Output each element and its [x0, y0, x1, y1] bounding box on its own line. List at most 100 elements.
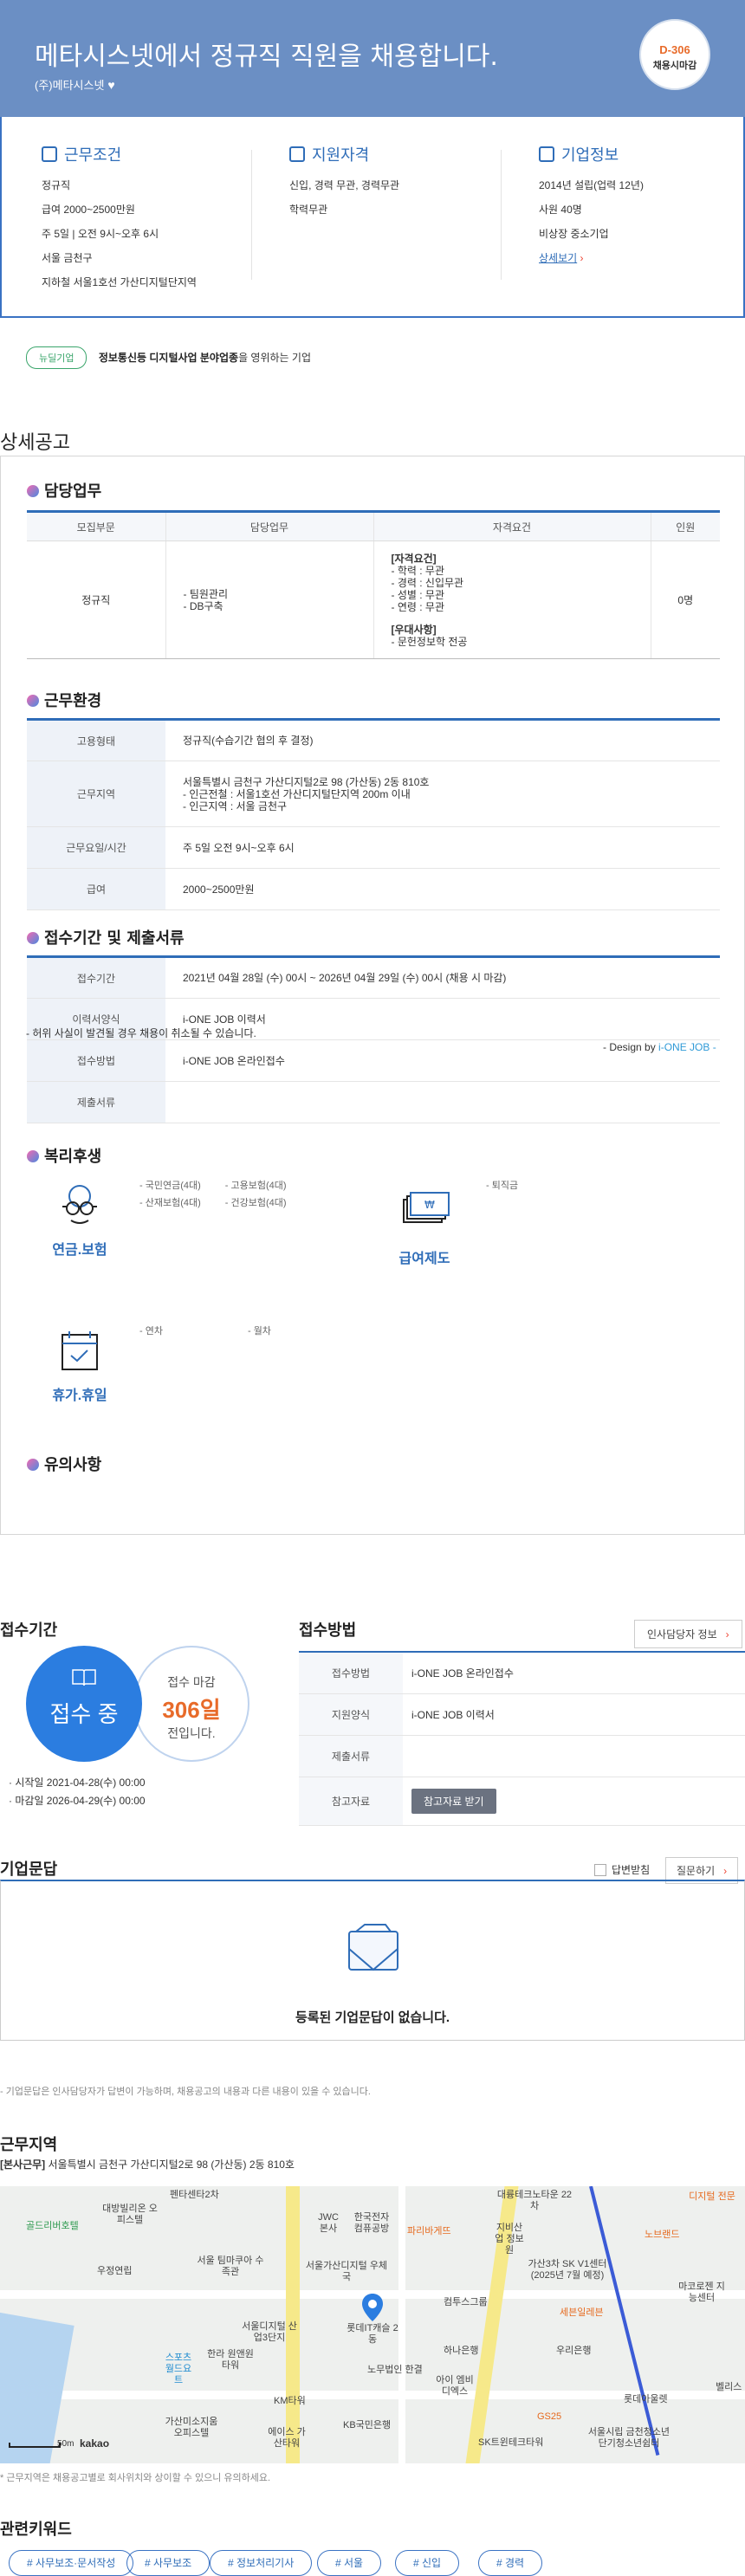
envelope-icon [347, 1923, 399, 1975]
row-label: 참고자료 [299, 1777, 403, 1826]
keyword-tag[interactable]: # 정보처리기사 [210, 2550, 313, 2576]
dday-badge: D-306 채용시마감 [639, 19, 710, 90]
row-label: 접수방법 [299, 1652, 403, 1694]
chevron-right-icon: › [725, 1628, 729, 1641]
company-info-title: 기업정보 [539, 143, 644, 165]
company-info: 기업정보 2014년 설립(업력 12년) 사원 40명 비상장 중소기업 상세… [539, 143, 644, 276]
row-value: 주 5일 오전 9시~오후 6시 [165, 826, 720, 869]
divider [501, 150, 502, 280]
col-header: 자격요건 [372, 511, 651, 541]
dept-cell: 정규직 [27, 540, 165, 659]
svg-text:₩: ₩ [424, 1199, 435, 1211]
map-label: 대방빌리온 오피스텔 [102, 2204, 158, 2225]
map-label: 골드리버호텔 [26, 2221, 79, 2231]
caution-text: - 허위 사실이 발견될 경우 채용이 취소될 수 있습니다. [26, 1027, 256, 1039]
answered-filter[interactable]: 답변받침 [594, 1862, 650, 1877]
chevron-right-icon: › [723, 1865, 728, 1877]
map-brand: kakao [80, 2437, 110, 2450]
vacation-benefit: 휴가.휴일 [32, 1328, 127, 1404]
work-conditions: 근무조건 정규직 급여 2000~2500만원 주 5일 | 오전 9시~오후 … [42, 143, 197, 301]
col-header: 담당업무 [165, 511, 373, 541]
map-label: 한국전자 컴퓨공방 [353, 2212, 390, 2234]
table-row: 참고자료 참고자료 받기 [299, 1777, 745, 1826]
map-label: 컴투스그룹 [444, 2297, 488, 2307]
chevron-right-icon: › [580, 252, 584, 264]
keyword-tag[interactable]: # 경력 [478, 2550, 543, 2576]
map-label: 우리은행 [556, 2346, 592, 2356]
map-view[interactable]: 골드리버호텔 대방빌리온 오피스텔 펜타센타2차 JWC 본사 한국전자 컴퓨공… [0, 2186, 745, 2463]
company-line: 비상장 중소기업 [539, 228, 609, 240]
keyword-tag[interactable]: # 서울 [317, 2550, 382, 2576]
work-line: 지하철 서울1호선 가산디지털단지역 [42, 276, 197, 288]
detail-box: 담당업무 모집부문 담당업무 자격요건 인원 정규직 - 팀원관리 - DB구축 … [0, 456, 745, 1535]
qual-cell: [자격요건] - 학력 : 무관 - 경력 : 신입무관 - 성별 : 무관 - 연령… [372, 540, 651, 659]
duty-table: 모집부문 담당업무 자격요건 인원 정규직 - 팀원관리 - DB구축 [자격요건… [27, 510, 720, 659]
map-label: 하나은행 [444, 2346, 479, 2356]
row-value: 2000~2500만원 [165, 868, 720, 910]
map-rail [589, 2186, 660, 2456]
method-table: 접수방법 i-ONE JOB 온라인접수 지원양식 i-ONE JOB 이력서 제출… [299, 1651, 745, 1826]
work-line: 주 5일 | 오전 9시~오후 6시 [42, 228, 159, 240]
map-label: 한라 원앤원타워 [207, 2349, 254, 2371]
company-detail-link[interactable]: 상세보기 [539, 252, 577, 264]
map-label: 서울 팀마쿠아 수족관 [197, 2256, 264, 2277]
checkbox [594, 1864, 606, 1876]
newdeal-row: 뉴딜기업 정보통신등 디지털사업 분야업종을 영위하는 기업 [26, 346, 311, 369]
job-header: 메타시스넷에서 정규직 직원을 채용합니다. (주)메타시스넷 ♥ D-306 채… [0, 0, 745, 117]
map-label: GS25 [537, 2411, 562, 2422]
map-label: 서울디지털 산업3단지 [242, 2321, 297, 2343]
download-reference-button[interactable]: 참고자료 받기 [411, 1788, 496, 1814]
table-row: 근무지역 서울특별시 금천구 가산디지털2로 98 (가산동) 2동 810호 - … [27, 761, 720, 827]
contact-info-button[interactable]: 인사담당자 정보 › [634, 1620, 742, 1648]
heart-icon[interactable]: ♥ [107, 78, 114, 92]
row-value: 서울특별시 금천구 가산디지털2로 98 (가산동) 2동 810호 - 인근전철… [165, 761, 720, 827]
map-label: 가산미소지움 오피스텔 [165, 2417, 218, 2438]
map-scale-bar [9, 2443, 61, 2448]
map-label: SK트윈테크타워 [478, 2437, 544, 2448]
apply-title: 접수기간 및 제출서류 [27, 926, 185, 948]
row-label: 근무요일/시간 [27, 826, 165, 869]
map-label: KB국민은행 [343, 2420, 392, 2430]
start-date: 시작일 2021-04-28(수) 00:00 [15, 1777, 146, 1789]
bullet-icon [27, 485, 39, 497]
row-value: i-ONE JOB 온라인접수 [403, 1652, 745, 1694]
status-text: 접수 중 [49, 1701, 119, 1727]
map-pin-icon[interactable] [362, 2294, 383, 2324]
table-row: 근무요일/시간 주 5일 오전 9시~오후 6시 [27, 826, 720, 869]
method-title: 접수방법 [299, 1621, 357, 1639]
map-label: 벨리스 [716, 2382, 742, 2392]
keyword-tag[interactable]: # 신입 [395, 2550, 460, 2576]
map-label: KM타워 [274, 2396, 306, 2406]
bullet-icon [27, 1459, 39, 1471]
bullet-icon [27, 1150, 39, 1162]
work-conditions-title: 근무조건 [42, 143, 197, 165]
table-row: 접수기간 2021년 04월 28일 (수) 00시 ~ 2026년 04월 29… [27, 956, 720, 999]
work-line: 서울 금천구 [42, 252, 93, 264]
pay-items: - 퇴직금 [486, 1181, 519, 1191]
company-name[interactable]: (주)메타시스넷 ♥ [35, 76, 115, 93]
work-line: 정규직 [42, 179, 71, 191]
table-row: 지원양식 i-ONE JOB 이력서 [299, 1693, 745, 1736]
map-scale: 50m [57, 2439, 74, 2449]
map-label: 서울시립 금천청소년 단기청소년쉼터 [587, 2427, 670, 2449]
map-label: 스포츠 월드요트 [165, 2353, 192, 2385]
dday-count: D-306 [659, 43, 690, 56]
qna-box: 등록된 기업문답이 없습니다. [0, 1880, 745, 2041]
deadline-days: 306일 [162, 1697, 221, 1723]
pension-items: - 국민연금(4대) - 고용보험(4대) - 산재보험(4대) - 건강보험(4대… [139, 1181, 287, 1208]
summary-info: 근무조건 정규직 급여 2000~2500만원 주 5일 | 오전 9시~오후 … [0, 117, 745, 318]
count-cell: 0명 [650, 540, 720, 659]
keyword-tag[interactable]: # 사무보조·문서작성 [9, 2550, 134, 2576]
row-label: 고용형태 [27, 719, 165, 761]
qna-empty: 등록된 기업문답이 없습니다. [295, 2010, 450, 2025]
glasses-face-icon [54, 1182, 106, 1229]
keyword-tag[interactable]: # 사무보조 [126, 2550, 211, 2576]
row-value [403, 1735, 745, 1777]
bullet-icon [27, 695, 39, 707]
map-label: 마코로젠 지능센터 [678, 2282, 725, 2303]
location-title: 근무지역 [0, 2136, 58, 2153]
map-label: 노브랜드 [645, 2230, 680, 2240]
task-cell: - 팀원관리 - DB구축 [165, 540, 373, 659]
map-label: 가산3차 SK V1센터 (2025년 7월 예정) [528, 2259, 607, 2281]
row-label: 급여 [27, 868, 165, 910]
